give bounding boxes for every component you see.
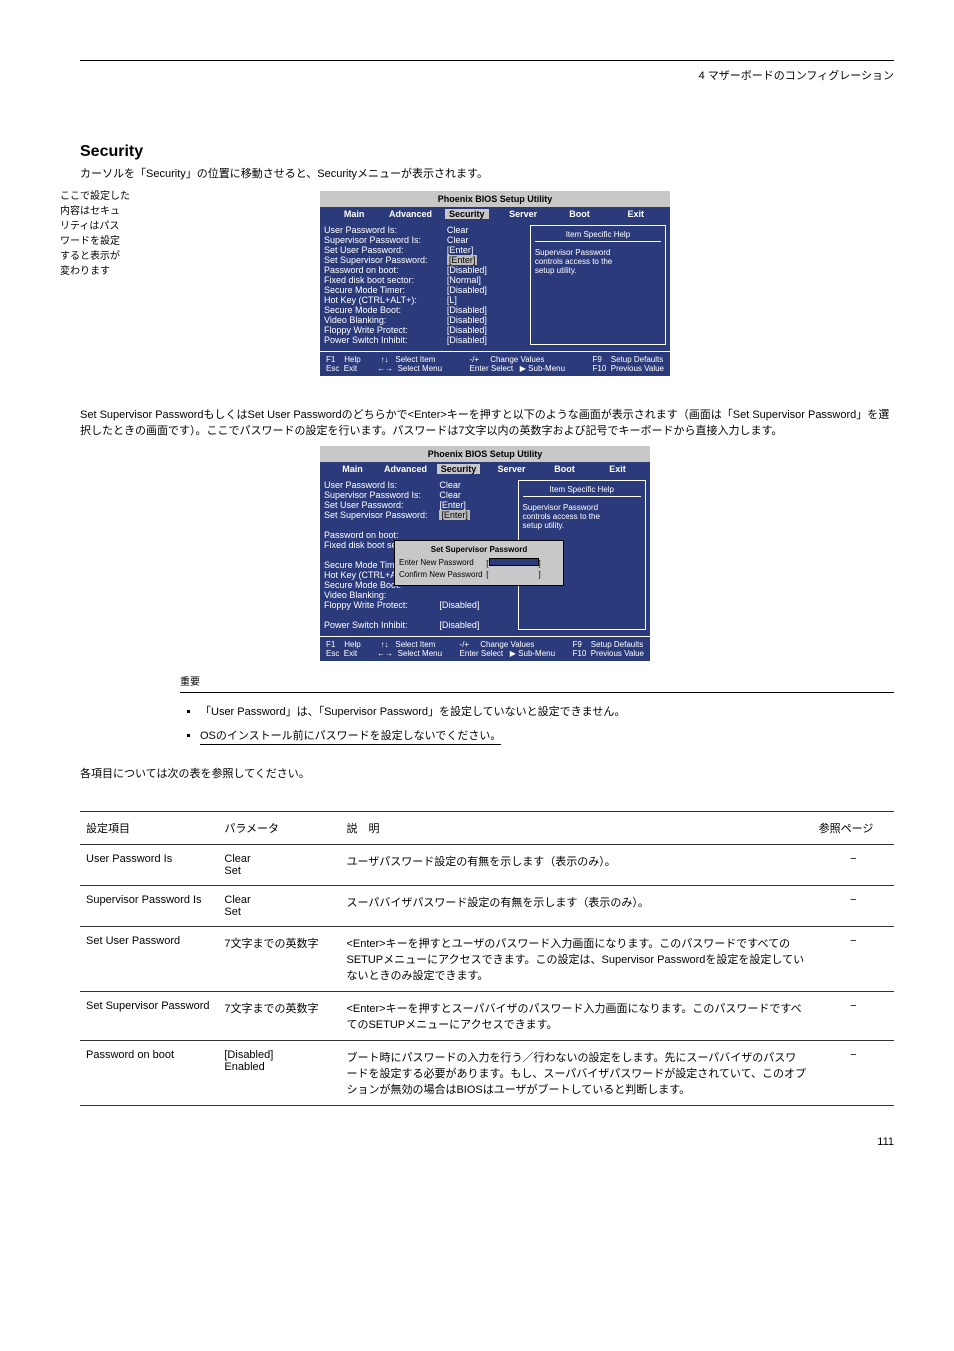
bios-menu-security: Security (439, 209, 495, 219)
table-row: Set Supervisor Password7文字までの英数字<Enter>キ… (80, 992, 894, 1041)
page-number: 111 (80, 1136, 894, 1148)
bios-menu-advanced: Advanced (382, 209, 438, 219)
th-param: パラメータ (218, 812, 340, 845)
table-row: Supervisor Password IsClear Setスーパバイザパスワ… (80, 886, 894, 927)
th-item: 設定項目 (80, 812, 218, 845)
bios-item-list: User Password Is:Clear Supervisor Passwo… (324, 225, 530, 345)
bios-help-panel: Item Specific Help Supervisor Password c… (530, 225, 666, 345)
margin-callout: ここで設定した 内容はセキュ リティはパス ワードを設定 すると表示が 変わりま… (60, 191, 130, 281)
bios-footer: F1 Help ↑↓ Select Item Esc Exit ←→ Selec… (320, 351, 670, 376)
bios-menubar: Main Advanced Security Server Boot Exit (320, 207, 670, 221)
section-title: Security (80, 143, 894, 161)
table-row: Password on boot[Disabled] Enabledブート時にパ… (80, 1041, 894, 1106)
middle-paragraph: Set Supervisor PasswordもしくはSet User Pass… (80, 406, 894, 438)
bios-menu-main: Main (326, 209, 382, 219)
notes-label: 重要 (180, 673, 894, 688)
th-ref: 参照ページ (813, 812, 894, 845)
table-row: Set User Password7文字までの英数字<Enter>キーを押すとユ… (80, 927, 894, 992)
bullet-2: OSのインストール前にパスワードを設定しないでください。 (200, 727, 894, 745)
bullet-1: 「User Password」は、「Supervisor Password」を設… (200, 703, 894, 719)
page-header-label: 4 マザーボードのコンフィグレーション (80, 67, 894, 83)
table-row: User Password IsClear Setユーザパスワード設定の有無を示… (80, 845, 894, 886)
section-subtitle: カーソルを「Security」の位置に移動させると、Securityメニューが表… (80, 165, 894, 181)
th-desc: 説 明 (340, 812, 812, 845)
bios-menu-server: Server (495, 209, 551, 219)
bios-menu-exit: Exit (608, 209, 664, 219)
enter-password-field[interactable] (489, 558, 539, 566)
important-notes: 「User Password」は、「Supervisor Password」を設… (200, 703, 894, 745)
bios-screenshot-1: Phoenix BIOS Setup Utility Main Advanced… (320, 191, 670, 376)
bios-menubar: Main Advanced Security Server Boot Exit (320, 462, 650, 476)
table-caption: 各項目については次の表を参照してください。 (80, 765, 894, 781)
bios-title: Phoenix BIOS Setup Utility (320, 191, 670, 207)
password-popup: Set Supervisor Password Enter New Passwo… (394, 540, 564, 586)
settings-table: 設定項目 パラメータ 説 明 参照ページ User Password IsCle… (80, 811, 894, 1106)
table-header-row: 設定項目 パラメータ 説 明 参照ページ (80, 812, 894, 845)
bios-help-title: Item Specific Help (535, 230, 661, 242)
bios-screenshot-2: Phoenix BIOS Setup Utility Main Advanced… (320, 446, 650, 661)
bios-title: Phoenix BIOS Setup Utility (320, 446, 650, 462)
popup-title: Set Supervisor Password (399, 545, 559, 554)
bios-menu-boot: Boot (551, 209, 607, 219)
